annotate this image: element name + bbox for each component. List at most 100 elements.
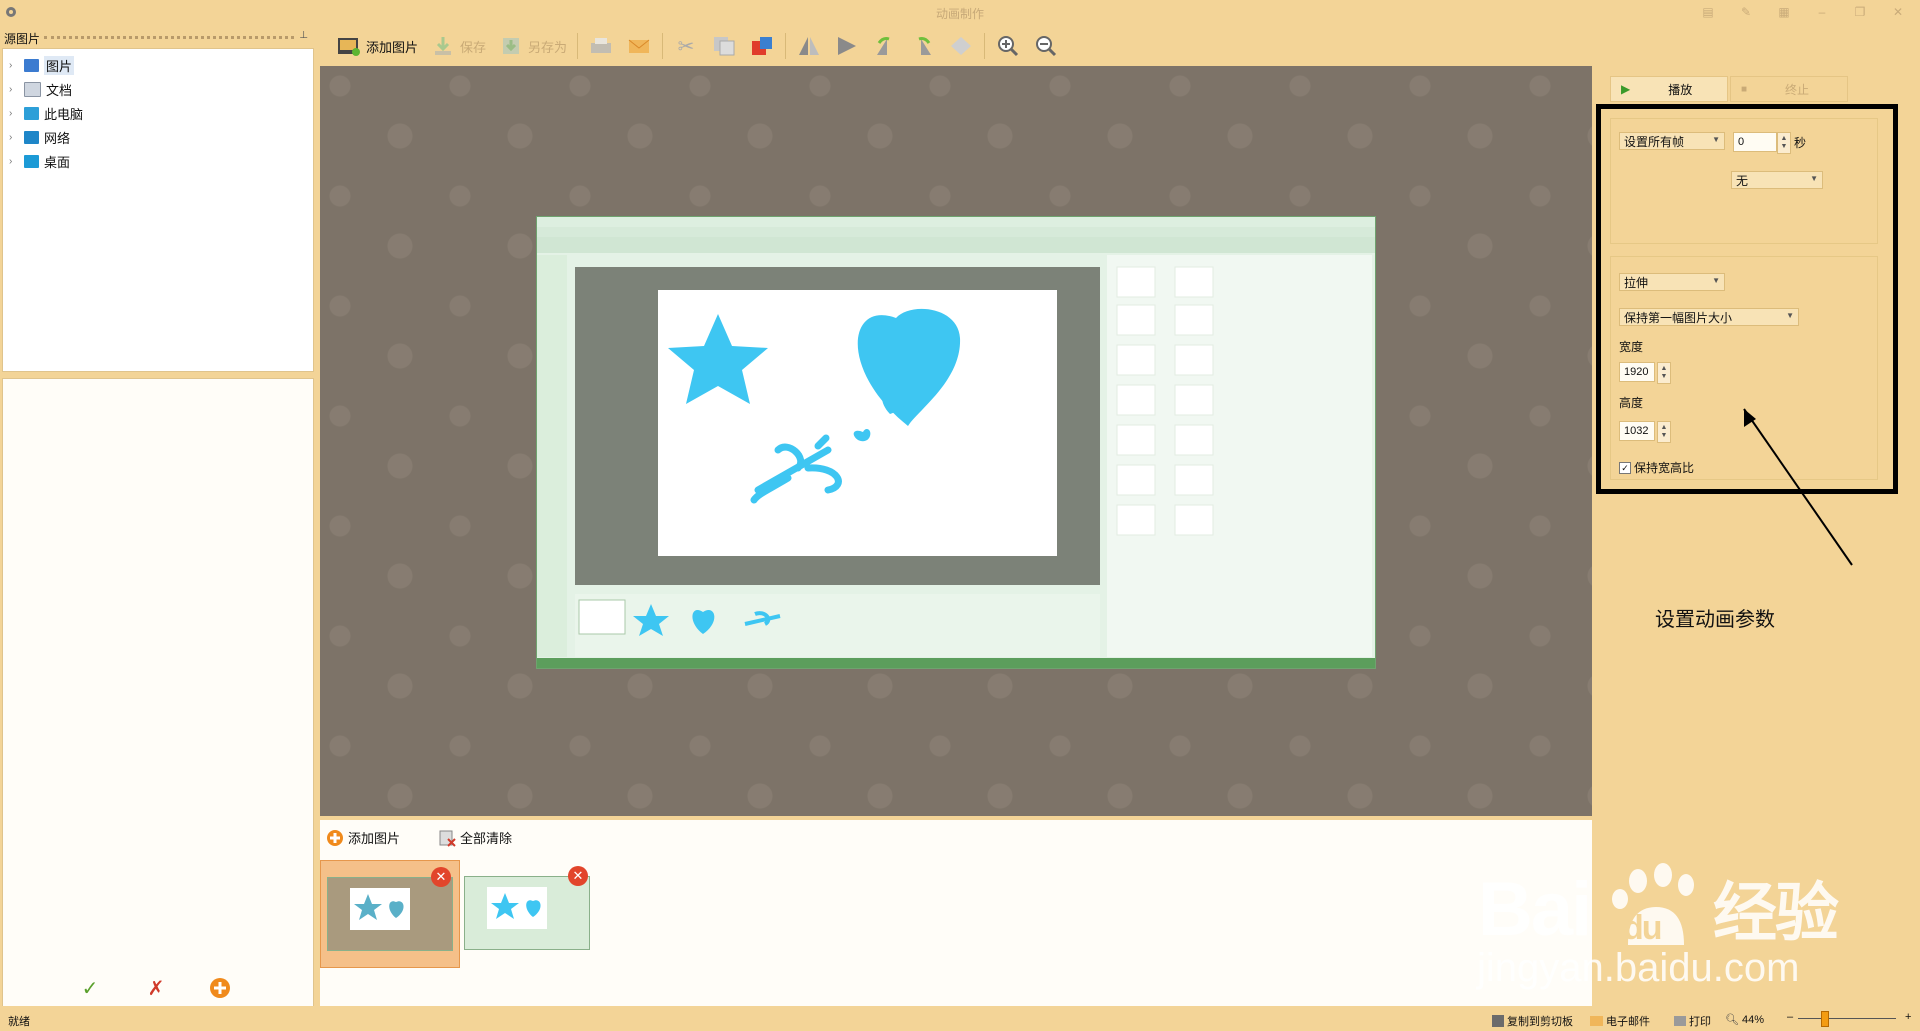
toolbar-separator: [984, 33, 986, 59]
zoom-slider-track[interactable]: [1798, 1018, 1896, 1019]
email-status-button[interactable]: 电子邮件: [1590, 1013, 1650, 1029]
inner-tool-palette: [537, 255, 567, 657]
email-button[interactable]: [620, 30, 658, 62]
paste-button[interactable]: [743, 30, 781, 62]
print-status-button[interactable]: 打印: [1674, 1013, 1711, 1029]
check-icon[interactable]: ✓: [78, 976, 102, 1000]
expand-arrow-icon[interactable]: ›: [9, 108, 19, 119]
minimize-button[interactable]: –: [1808, 3, 1836, 21]
clear-all-label: 全部清除: [460, 831, 513, 846]
tree-item-documents[interactable]: › 文档: [9, 79, 72, 99]
uncheck-icon[interactable]: ✗: [144, 976, 168, 1000]
flip-vertical-icon: [834, 33, 860, 59]
film-add-image-button[interactable]: 添加图片: [326, 828, 400, 847]
zoom-in-small-icon[interactable]: +: [1905, 1011, 1911, 1023]
flip-horizontal-button[interactable]: [790, 30, 828, 62]
inner-drawing: [658, 290, 1057, 556]
svg-text:Bai: Bai: [1478, 867, 1590, 952]
expand-arrow-icon[interactable]: ›: [9, 60, 19, 71]
pencil-icon[interactable]: ✎: [1732, 3, 1760, 21]
preview-canvas[interactable]: [320, 66, 1592, 816]
toolbar-separator: [577, 33, 579, 59]
tree-item-network[interactable]: › 网络: [9, 127, 70, 147]
big-heart-shape: [857, 308, 961, 426]
print-button[interactable]: [582, 30, 620, 62]
tree-label: 图片: [44, 55, 75, 75]
save-label: 保存: [460, 39, 487, 55]
rotate-icon: [948, 33, 974, 59]
scissors-icon: ✂: [677, 35, 695, 58]
add-image-icon: [336, 33, 362, 59]
zoom-value: 44%: [1741, 1013, 1764, 1026]
palette-icon[interactable]: ▦: [1770, 3, 1798, 21]
main-toolbar: 添加图片 保存 另存为 ✂: [330, 26, 1590, 66]
computer-icon: [24, 106, 39, 120]
restore-button[interactable]: ❐: [1846, 3, 1874, 21]
expand-arrow-icon[interactable]: ›: [9, 84, 19, 95]
cut-button[interactable]: ✂: [667, 30, 705, 62]
expand-arrow-icon[interactable]: ›: [9, 156, 19, 167]
copy-icon: [711, 33, 737, 59]
rotate-left-button[interactable]: [866, 30, 904, 62]
save-as-icon: [498, 33, 524, 59]
flip-vertical-button[interactable]: [828, 30, 866, 62]
zoom-slider-thumb[interactable]: [1821, 1011, 1829, 1027]
zoom-in-button[interactable]: [989, 30, 1027, 62]
add-image-button[interactable]: 添加图片: [330, 30, 424, 62]
window-title: 动画制作: [935, 7, 984, 21]
expand-arrow-icon[interactable]: ›: [9, 132, 19, 143]
clear-all-button[interactable]: 全部清除: [438, 828, 512, 847]
copy-clipboard-label: 复制到剪切板: [1507, 1016, 1573, 1028]
tree-label: 桌面: [44, 154, 71, 170]
add-icon[interactable]: [208, 976, 232, 1000]
file-list-panel[interactable]: [2, 378, 314, 1008]
printer-icon: [588, 33, 614, 59]
status-ready: 就绪: [8, 1016, 30, 1028]
close-button[interactable]: ✕: [1884, 3, 1912, 21]
zoom-in-icon: [995, 33, 1021, 59]
pin-icon[interactable]: ⊥: [299, 30, 308, 41]
pictures-icon: [24, 58, 39, 72]
email-label: 电子邮件: [1606, 1016, 1650, 1028]
toolbar-separator: [785, 33, 787, 59]
zoom-out-button[interactable]: [1027, 30, 1065, 62]
notebook-icon[interactable]: ▤: [1694, 3, 1722, 21]
envelope-icon: [1590, 1016, 1603, 1026]
play-icon: ▶: [1621, 82, 1631, 96]
zoom-out-small-icon[interactable]: –: [1787, 1011, 1793, 1023]
play-label: 播放: [1668, 82, 1693, 97]
panel-grip[interactable]: [44, 36, 294, 39]
copy-clipboard-button[interactable]: 复制到剪切板: [1492, 1013, 1573, 1029]
tree-label: 此电脑: [44, 106, 84, 122]
source-panel-header: 源图片 ⊥: [0, 26, 314, 48]
stop-button[interactable]: ■ 终止: [1730, 76, 1848, 102]
save-button[interactable]: 保存: [424, 30, 492, 62]
tree-label: 文档: [46, 82, 73, 98]
clipboard-icon: [1492, 1015, 1504, 1027]
inner-toolbar: [537, 237, 1375, 253]
film-add-image-label: 添加图片: [348, 831, 401, 846]
inner-menu-bar: [537, 227, 1375, 237]
svg-text:du: du: [1623, 909, 1661, 947]
source-panel-title: 源图片: [4, 32, 41, 46]
delete-frame-icon[interactable]: ✕: [431, 867, 451, 887]
delete-frame-icon[interactable]: ✕: [568, 866, 588, 886]
folder-tree: › 图片 › 文档 › 此电脑 › 网络 › 桌面: [2, 48, 314, 372]
tree-item-desktop[interactable]: › 桌面: [9, 151, 70, 171]
tree-item-pictures[interactable]: › 图片: [9, 55, 75, 75]
add-image-label: 添加图片: [366, 39, 419, 55]
frame-thumbnail-1[interactable]: ✕: [320, 860, 460, 968]
tiny-heart-shape: [853, 429, 871, 442]
play-button[interactable]: ▶ 播放: [1610, 76, 1728, 102]
printer-icon: [1674, 1016, 1686, 1026]
preview-frame-image: [536, 216, 1376, 669]
rotate-right-button[interactable]: [904, 30, 942, 62]
title-bar: 动画制作 ▤ ✎ ▦ – ❐ ✕: [0, 0, 1920, 26]
copy-button[interactable]: [705, 30, 743, 62]
save-as-button[interactable]: 另存为: [492, 30, 573, 62]
frame-thumbnail-2[interactable]: ✕: [458, 860, 596, 966]
tree-item-this-pc[interactable]: › 此电脑: [9, 103, 83, 123]
stop-icon: ■: [1741, 83, 1748, 95]
rotate-button[interactable]: [942, 30, 980, 62]
desktop-icon: [24, 154, 39, 168]
